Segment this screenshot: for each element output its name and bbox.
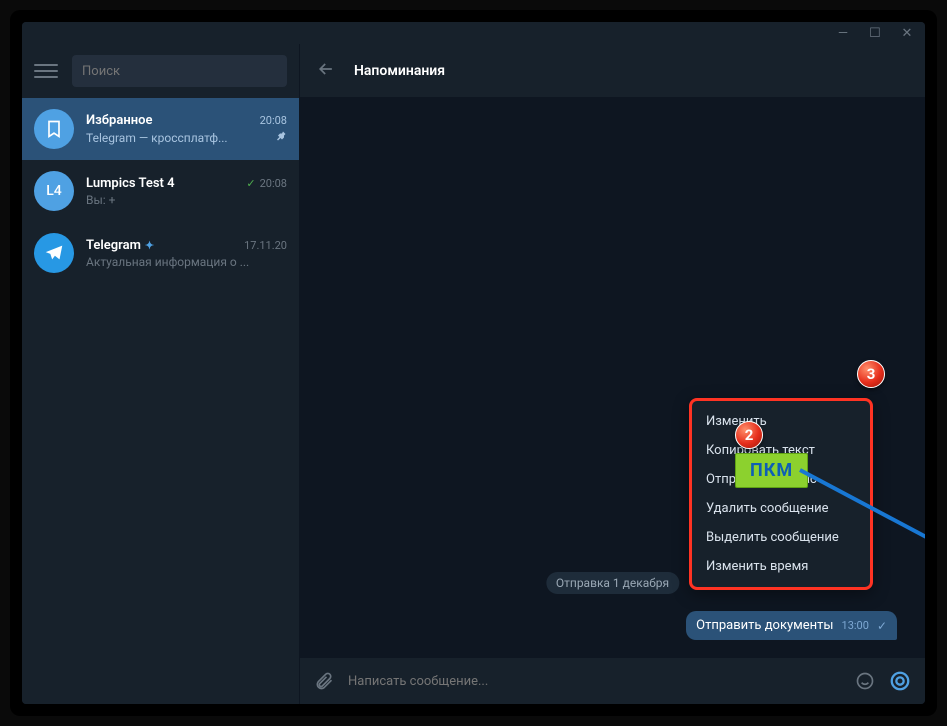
schedule-button[interactable]: [889, 670, 911, 692]
chat-name: Избранное: [86, 113, 152, 128]
check-icon: ✓: [246, 177, 255, 190]
message-text: Отправить документы: [696, 618, 833, 633]
chat-item-saved[interactable]: Избранное 20:08 Telegram — кроссплатф...: [22, 98, 299, 160]
attach-button[interactable]: [314, 671, 334, 691]
message-bubble[interactable]: Отправить документы 13:00 ✓: [686, 611, 897, 640]
chat-name: Telegram ✦: [86, 238, 154, 253]
sidebar: Избранное 20:08 Telegram — кроссплатф...…: [22, 44, 300, 704]
annotation-3: 3: [857, 360, 885, 388]
chat-pane: Напоминания Отправка 1 декабря Отправить…: [300, 44, 925, 704]
chat-title: Напоминания: [354, 63, 445, 79]
message-input[interactable]: [348, 674, 841, 689]
badge-2: 2: [735, 421, 763, 449]
chat-item-lumpics[interactable]: L4 Lumpics Test 4 ✓20:08 Вы: +: [22, 160, 299, 222]
verified-icon: ✦: [145, 239, 154, 252]
chat-item-telegram[interactable]: Telegram ✦ 17.11.20 Актуальная информаци…: [22, 222, 299, 284]
maximize-button[interactable]: ☐: [865, 26, 885, 41]
message-check-icon: ✓: [877, 619, 887, 633]
chat-preview: Telegram — кроссплатф...: [86, 131, 228, 145]
minimize-button[interactable]: —: [833, 26, 853, 41]
search-input[interactable]: [82, 64, 277, 79]
badge-3: 3: [857, 360, 885, 388]
input-bar: [300, 658, 925, 704]
ctx-select[interactable]: Выделить сообщение: [692, 523, 870, 552]
app-window: — ☐ ✕ Избранное 20:08: [22, 22, 925, 704]
chat-time: 17.11.20: [244, 239, 287, 252]
avatar: L4: [34, 171, 74, 211]
menu-button[interactable]: [34, 59, 58, 83]
chat-name: Lumpics Test 4: [86, 176, 175, 191]
avatar-saved-icon: [34, 109, 74, 149]
chat-time: 20:08: [260, 114, 287, 127]
date-chip: Отправка 1 декабря: [546, 572, 679, 594]
annotation-2: 2 ПКМ: [735, 421, 808, 488]
ctx-change-time[interactable]: Изменить время: [692, 552, 870, 581]
search-box[interactable]: [72, 55, 287, 87]
chat-preview: Актуальная информация о ...: [86, 255, 287, 269]
avatar-telegram-icon: [34, 233, 74, 273]
chat-header: Напоминания: [300, 44, 925, 98]
titlebar: — ☐ ✕: [22, 22, 925, 44]
close-button[interactable]: ✕: [897, 26, 917, 41]
chat-preview: Вы: +: [86, 193, 287, 207]
pin-icon: [275, 130, 287, 145]
pkm-label: ПКМ: [735, 453, 808, 488]
ctx-delete[interactable]: Удалить сообщение: [692, 494, 870, 523]
message-time: 13:00: [842, 619, 869, 632]
back-button[interactable]: [316, 59, 336, 83]
chat-time: ✓20:08: [246, 177, 287, 190]
messages-area: Отправка 1 декабря Отправить документы 1…: [300, 98, 925, 658]
emoji-button[interactable]: [855, 671, 875, 691]
